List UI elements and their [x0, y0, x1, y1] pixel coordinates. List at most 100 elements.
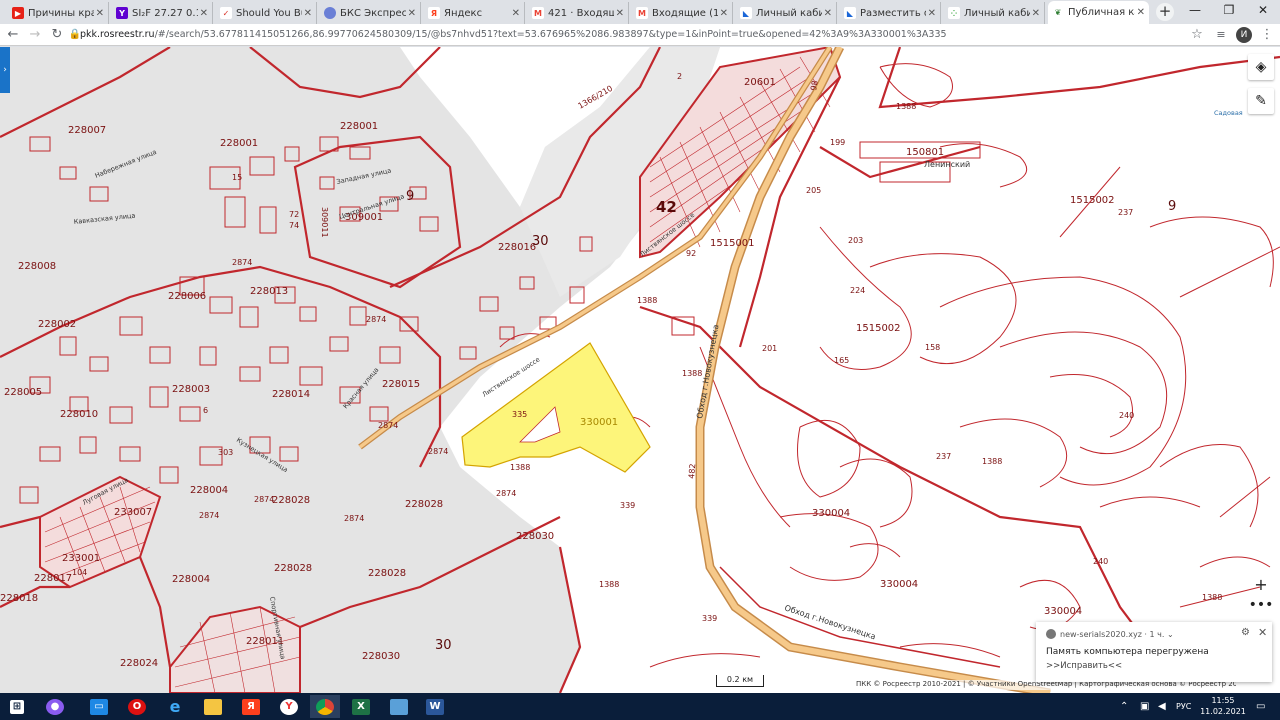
window-close-icon[interactable]: ✕	[1246, 0, 1280, 22]
chrome-icon[interactable]	[310, 695, 340, 718]
number-label: 2874	[366, 315, 386, 324]
layers-button[interactable]: ◈	[1248, 54, 1274, 80]
parcel-label: 228018	[0, 593, 38, 604]
notifications-icon[interactable]: ▭	[1256, 693, 1265, 720]
url-field[interactable]: pkk.rosreestr.ru/#/search/53.67781141505…	[80, 27, 1180, 43]
volume-icon[interactable]: ◀	[1158, 693, 1166, 720]
chrome-icon	[1046, 629, 1056, 639]
parcel-label: 228015	[382, 379, 420, 390]
yandex-browser-icon[interactable]: Я	[236, 695, 266, 718]
tab-close-icon[interactable]: ✕	[304, 8, 312, 19]
reload-icon[interactable]: ↻	[48, 26, 66, 44]
tab-close-icon[interactable]: ✕	[824, 8, 832, 19]
number-label: 237	[1118, 208, 1133, 217]
ie-icon[interactable]: e	[160, 695, 190, 718]
restore-icon[interactable]: ❐	[1212, 0, 1246, 22]
desktop-icon[interactable]: ▭	[84, 695, 114, 718]
grid-icon: ⁘	[948, 7, 960, 19]
excel-icon[interactable]: X	[346, 695, 376, 718]
parcel-label: 1515002	[1070, 195, 1115, 206]
back-icon[interactable]: ←	[4, 26, 22, 44]
parcel-label: 228016	[498, 242, 536, 253]
map-canvas[interactable]: 228001 228001 228007 228008 228002 22800…	[0, 47, 1280, 693]
parcel-label: 330001	[580, 417, 618, 428]
tab-close-icon[interactable]: ✕	[928, 8, 936, 19]
tab-close-icon[interactable]: ✕	[720, 8, 728, 19]
parcel-label: 233007	[114, 507, 152, 518]
notification-action[interactable]: >>Исправить<<	[1046, 661, 1122, 671]
reading-list-icon[interactable]: ≡	[1212, 26, 1230, 44]
tab-close-icon[interactable]: ✕	[408, 8, 416, 19]
ruler-button[interactable]: ✎	[1248, 88, 1274, 114]
browser-tab[interactable]: БКС Экспресс -✕	[320, 2, 421, 24]
parcel-label: 330004	[1044, 606, 1082, 617]
tab-close-icon[interactable]: ✕	[512, 8, 520, 19]
parcel-label: 150801	[906, 147, 944, 158]
tab-close-icon[interactable]: ✕	[1137, 7, 1145, 18]
explorer-icon[interactable]	[198, 695, 228, 718]
word-icon[interactable]: W	[420, 695, 450, 718]
opera-icon[interactable]: O	[122, 695, 152, 718]
parcel-label: 309011	[320, 207, 329, 238]
notification-popup[interactable]: new-serials2020.xyz · 1 ч. ⌄ ⚙ ✕ Память …	[1036, 622, 1272, 682]
number-label: 240	[1119, 411, 1134, 420]
parcel-label: 228002	[38, 319, 76, 330]
bookmark-star-icon[interactable]: ☆	[1188, 26, 1206, 44]
browser-tab[interactable]: YSI₂F 27.27 0.19✕	[112, 2, 213, 24]
scale-bar: 0.2 км	[716, 675, 764, 687]
number-label: 339	[702, 614, 717, 623]
browser-tab[interactable]: ◣Разместить объ✕	[840, 2, 941, 24]
parcel-label: 228024	[120, 658, 158, 669]
number-label: 1388	[682, 369, 702, 378]
number-label: 72	[289, 210, 299, 219]
quarter-number: 9	[406, 189, 414, 204]
minimize-icon[interactable]: —	[1178, 0, 1212, 22]
parcel-label: 20601	[744, 77, 776, 88]
place-label: Ленинский	[924, 160, 970, 169]
parcel-label: 1515001	[710, 238, 755, 249]
number-label: 2874	[199, 511, 219, 520]
parcel-label: 228028	[274, 563, 312, 574]
chevron-right-icon: ›	[3, 65, 7, 75]
number-label: 1388	[896, 102, 916, 111]
tab-close-icon[interactable]: ✕	[1032, 8, 1040, 19]
profile-avatar[interactable]: И	[1236, 27, 1252, 43]
gmail-icon: M	[532, 7, 544, 19]
cadastral-map[interactable]: 228001 228001 228007 228008 228002 22800…	[0, 47, 1280, 693]
browser-tab[interactable]: ◣Личный кабинет✕	[736, 2, 837, 24]
browser-tab[interactable]: ✓Should You Buy✕	[216, 2, 317, 24]
chart-icon: ✓	[220, 7, 232, 19]
browser-tab[interactable]: M421 · Входящие ·✕	[528, 2, 629, 24]
photos-icon[interactable]	[384, 695, 414, 718]
tab-close-icon[interactable]: ✕	[616, 8, 624, 19]
tab-close-icon[interactable]: ✕	[200, 8, 208, 19]
tab-close-icon[interactable]: ✕	[96, 8, 104, 19]
number-label: 158	[925, 343, 940, 352]
forward-icon[interactable]: →	[26, 26, 44, 44]
number-label: 240	[1093, 557, 1108, 566]
clock-date: 11.02.2021	[1200, 707, 1246, 716]
windows-start-icon[interactable]: ⊞	[2, 695, 32, 718]
browser-tab[interactable]: ⁘Личный кабинет✕	[944, 2, 1045, 24]
close-icon[interactable]: ✕	[1258, 626, 1267, 639]
yandex-icon[interactable]: Y	[274, 695, 304, 718]
browser-tab[interactable]: MВходящие (1 16✕	[632, 2, 733, 24]
network-icon[interactable]: ▣	[1140, 693, 1149, 720]
menu-dots-icon[interactable]: ⋮	[1258, 26, 1276, 44]
number-label: 2874	[232, 258, 252, 267]
browser-tab[interactable]: Я Яндекс ✕	[424, 2, 525, 24]
number-label: 199	[830, 138, 845, 147]
language-indicator[interactable]: РУС	[1176, 693, 1191, 720]
browser-tab-active[interactable]: ❦Публичная када✕	[1048, 1, 1149, 24]
sidebar-toggle[interactable]: ›	[0, 47, 10, 93]
tray-up-icon[interactable]: ⌃	[1120, 693, 1128, 720]
number-label: 6	[203, 406, 208, 415]
taskbar-clock[interactable]: 11:55 11.02.2021	[1198, 695, 1248, 717]
parcel-label: 330004	[812, 508, 850, 519]
browser-tab[interactable]: ▶Причины краха✕	[8, 2, 109, 24]
new-tab-button[interactable]: +	[1156, 3, 1174, 21]
gmail-icon: M	[636, 7, 648, 19]
gear-icon[interactable]: ⚙	[1241, 627, 1250, 638]
more-button[interactable]: •••	[1248, 592, 1274, 618]
alice-icon[interactable]: ●	[40, 695, 70, 718]
